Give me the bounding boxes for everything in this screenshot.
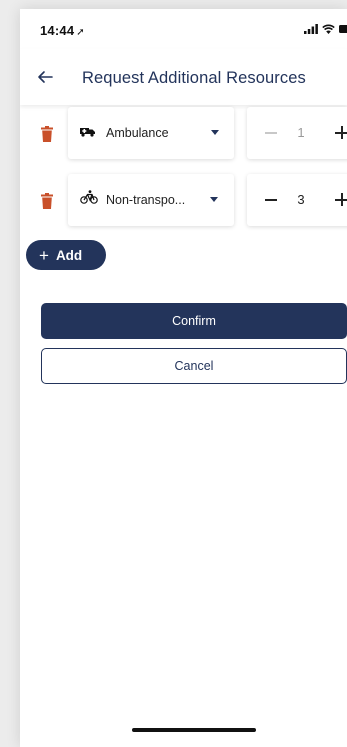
wifi-icon bbox=[322, 24, 335, 34]
caret-down-icon bbox=[211, 130, 219, 135]
ambulance-icon bbox=[80, 128, 95, 137]
resource-type-label: Ambulance bbox=[106, 126, 169, 140]
quantity-value: 1 bbox=[297, 125, 305, 140]
caret-down-icon bbox=[210, 197, 218, 202]
confirm-button-label: Confirm bbox=[172, 314, 216, 328]
cancel-button[interactable]: Cancel bbox=[41, 348, 347, 384]
status-bar: 14:44 ➚ bbox=[20, 9, 347, 49]
bicycle-icon bbox=[80, 190, 98, 204]
minus-icon[interactable] bbox=[265, 132, 277, 134]
quantity-value: 3 bbox=[297, 192, 305, 207]
page-title: Request Additional Resources bbox=[82, 69, 306, 87]
minus-icon[interactable] bbox=[265, 199, 277, 201]
signal-bars-icon bbox=[304, 24, 318, 34]
resource-row: Ambulance 1 bbox=[20, 107, 347, 161]
plus-icon: + bbox=[39, 245, 49, 265]
arrow-left-icon[interactable] bbox=[36, 68, 54, 86]
quantity-stepper: 1 bbox=[247, 107, 347, 159]
resource-type-select[interactable]: Non-transpo... bbox=[68, 174, 234, 226]
resource-type-select[interactable]: Ambulance bbox=[68, 107, 234, 159]
phone-screen: 14:44 ➚ Request Additional Resources Amb… bbox=[20, 9, 347, 747]
plus-icon[interactable] bbox=[335, 193, 347, 206]
resource-row: Non-transpo... 3 bbox=[20, 174, 347, 228]
trash-icon[interactable] bbox=[41, 126, 53, 142]
trash-icon[interactable] bbox=[41, 193, 53, 209]
location-arrow-icon: ➚ bbox=[76, 27, 85, 38]
app-header: Request Additional Resources bbox=[20, 49, 347, 105]
status-time-text: 14:44 bbox=[40, 23, 75, 38]
status-icons bbox=[304, 24, 347, 34]
resource-type-label: Non-transpo... bbox=[106, 193, 186, 207]
status-time: 14:44 ➚ bbox=[40, 23, 85, 38]
add-button-label: Add bbox=[55, 247, 83, 263]
battery-icon bbox=[339, 25, 347, 33]
cancel-button-label: Cancel bbox=[174, 359, 214, 373]
confirm-button[interactable]: Confirm bbox=[41, 303, 347, 339]
home-indicator bbox=[132, 728, 256, 732]
quantity-stepper: 3 bbox=[247, 174, 347, 226]
plus-icon[interactable] bbox=[335, 126, 347, 139]
add-resource-button[interactable]: + Add bbox=[26, 240, 106, 270]
